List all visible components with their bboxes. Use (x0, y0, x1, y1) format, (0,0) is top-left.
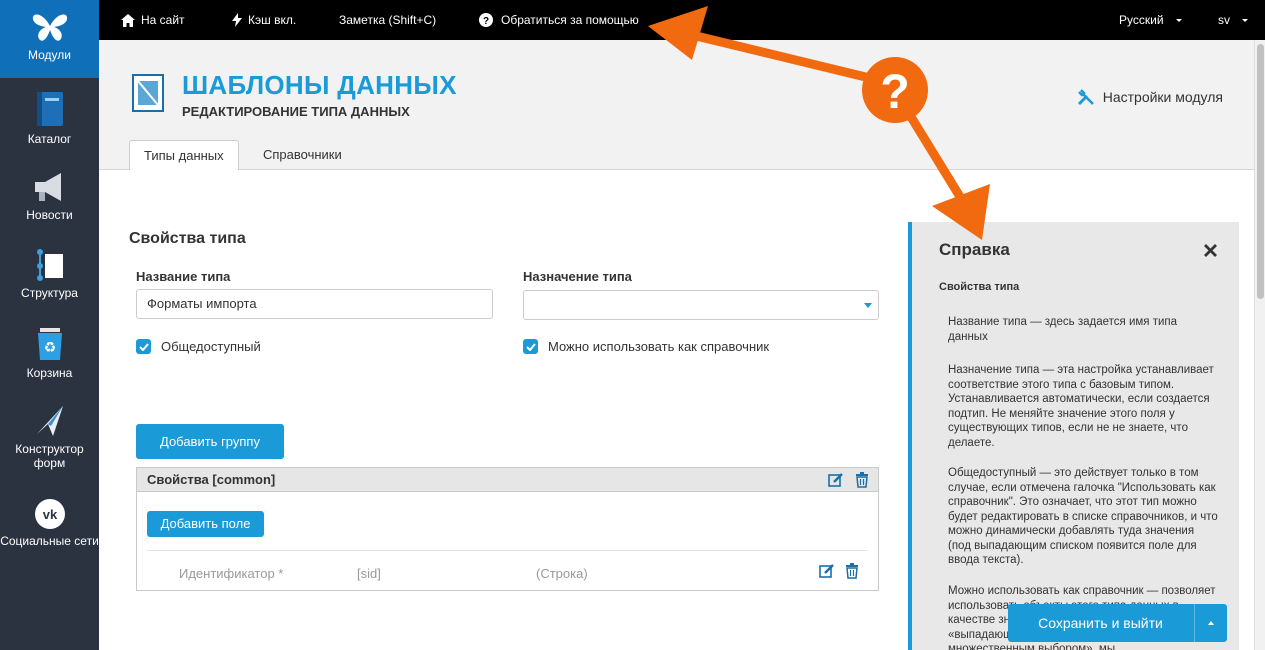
type-purpose-label: Назначение типа (523, 269, 632, 284)
lightning-icon (232, 13, 242, 27)
tools-icon (1077, 89, 1094, 106)
public-checkbox[interactable]: Общедоступный (136, 339, 261, 354)
add-field-button[interactable]: Добавить поле (147, 511, 264, 537)
sidebar: Модули Каталог Новости Структура ♻ Корзи… (0, 0, 99, 650)
page-title: ШАБЛОНЫ ДАННЫХ (182, 70, 457, 100)
field-sid: [sid] (357, 566, 381, 581)
language-dropdown[interactable]: Русский (1119, 0, 1182, 40)
scrollbar[interactable] (1254, 40, 1265, 650)
help-paragraph: Название типа — здесь задается имя типа … (948, 316, 1178, 343)
home-icon (121, 13, 135, 27)
help-paragraph: Общедоступный — это действует только в т… (948, 467, 1218, 566)
svg-text:?: ? (483, 16, 489, 27)
top-bar: На сайт Кэш вкл. Заметка (Shift+C) ? Обр… (99, 0, 1265, 40)
svg-text:vk: vk (42, 507, 57, 522)
structure-icon (36, 249, 63, 281)
field-name: Идентификатор * (179, 566, 284, 581)
trash-icon[interactable] (845, 563, 859, 579)
user-dropdown[interactable]: sv (1218, 0, 1248, 40)
tab-references[interactable]: Справочники (249, 140, 356, 171)
save-and-exit-label: Сохранить и выйти (1038, 615, 1163, 631)
type-name-input[interactable]: Форматы импорта (136, 289, 493, 319)
page-header: ШАБЛОНЫ ДАННЫХ РЕДАКТИРОВАНИЕ ТИПА ДАННЫ… (99, 40, 1254, 171)
question-circle-icon: ? (479, 13, 493, 27)
use-as-reference-checkbox[interactable]: Можно использовать как справочник (523, 339, 769, 354)
field-row: Идентификатор * [sid] (Строка) (147, 550, 867, 581)
sidebar-item-catalog[interactable]: Каталог (0, 90, 99, 146)
group-header: Свойства [common] (137, 468, 878, 492)
checkbox-checked-icon (136, 339, 151, 354)
sidebar-item-modules[interactable]: Модули (0, 0, 99, 78)
cache-toggle[interactable]: Кэш вкл. (232, 0, 296, 40)
sidebar-item-news[interactable]: Новости (0, 170, 99, 222)
group-title: Свойства [common] (147, 472, 276, 487)
butterfly-icon (32, 14, 67, 41)
save-and-exit-button[interactable]: Сохранить и выйти (1008, 604, 1227, 642)
trash-icon[interactable] (855, 472, 869, 488)
to-site-link[interactable]: На сайт (121, 0, 185, 40)
scrollbar-thumb[interactable] (1257, 44, 1264, 299)
chevron-down-icon (1175, 18, 1182, 22)
close-icon[interactable] (1204, 244, 1217, 257)
help-subtitle: Свойства типа (939, 281, 1020, 293)
type-name-label: Название типа (136, 269, 231, 284)
book-icon (36, 92, 63, 126)
help-panel: Справка Свойства типа Название типа — зд… (908, 222, 1239, 650)
edit-icon[interactable] (819, 563, 835, 579)
sidebar-item-trash[interactable]: ♻ Корзина (0, 326, 99, 380)
chevron-down-icon (864, 303, 872, 308)
type-purpose-select[interactable] (523, 290, 879, 320)
add-group-button[interactable]: Добавить группу (136, 424, 284, 459)
recycle-bin-icon: ♻ (37, 328, 62, 360)
property-group: Свойства [common] Добавить поле Идентифи… (136, 467, 879, 591)
module-settings-link[interactable]: Настройки модуля (1077, 88, 1223, 106)
svg-text:♻: ♻ (43, 340, 56, 356)
sidebar-item-form-builder[interactable]: Конструктор форм (0, 404, 99, 470)
section-title: Свойства типа (129, 230, 246, 247)
checkbox-checked-icon (523, 339, 538, 354)
chevron-down-icon (1242, 18, 1248, 22)
paper-plane-icon (36, 406, 63, 436)
note-link[interactable]: Заметка (Shift+C) (339, 0, 436, 40)
template-icon (132, 74, 164, 112)
sidebar-item-structure[interactable]: Структура (0, 248, 99, 300)
page-subtitle: РЕДАКТИРОВАНИЕ ТИПА ДАННЫХ (182, 104, 410, 119)
sidebar-item-social[interactable]: vk Социальные сети (0, 498, 99, 548)
megaphone-icon (34, 173, 61, 201)
help-paragraph: Назначение типа — эта настройка устанавл… (948, 364, 1214, 449)
help-title: Справка (939, 240, 1010, 259)
edit-icon[interactable] (828, 472, 844, 488)
field-type: (Строка) (536, 566, 588, 581)
help-request-link[interactable]: ? Обратиться за помощью (479, 0, 639, 40)
tab-data-types[interactable]: Типы данных (129, 140, 239, 171)
vk-icon: vk (34, 499, 65, 529)
save-options-toggle[interactable] (1194, 604, 1227, 642)
